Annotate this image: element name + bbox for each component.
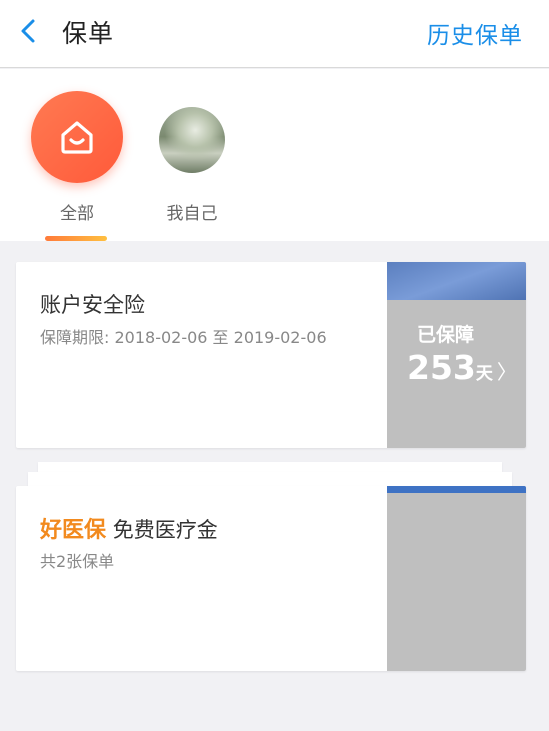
chevron-left-icon bbox=[21, 19, 35, 43]
policy-name: 账户安全险 bbox=[40, 293, 145, 317]
policy-period: 保障期限: 2018-02-06 至 2019-02-06 bbox=[40, 328, 327, 347]
home-icon bbox=[61, 121, 93, 154]
policy-count: 共2张保单 bbox=[40, 552, 115, 571]
history-policies-link[interactable]: 历史保单 bbox=[427, 16, 523, 50]
back-button[interactable] bbox=[14, 16, 44, 46]
insured-filter-bar: 全部 我自己 bbox=[0, 69, 549, 241]
selected-tab-indicator bbox=[45, 236, 107, 241]
filter-myself-label: 我自己 bbox=[166, 204, 218, 224]
guarded-days-unit: 天 bbox=[475, 364, 493, 384]
myself-avatar bbox=[159, 107, 225, 173]
all-avatar bbox=[31, 91, 123, 183]
chevron-right-icon: 〉 bbox=[496, 360, 517, 384]
guarded-days: 253天〉 bbox=[407, 348, 517, 387]
policy-card-haoyibao[interactable]: 好医保 免费医疗金 共2张保单 bbox=[16, 486, 526, 671]
policy-brand: 好医保 bbox=[40, 518, 107, 543]
policy-card-account-security[interactable]: 账户安全险 保障期限: 2018-02-06 至 2019-02-06 已保障 … bbox=[16, 262, 526, 448]
policy-title: 好医保 免费医疗金 bbox=[40, 512, 218, 544]
guarded-days-number: 253 bbox=[407, 348, 476, 387]
guarded-label: 已保障 bbox=[417, 324, 475, 346]
filter-all-label: 全部 bbox=[60, 204, 94, 224]
policy-banner-strip bbox=[387, 486, 526, 493]
policy-status-panel bbox=[387, 486, 526, 671]
filter-myself[interactable]: 我自己 bbox=[142, 69, 242, 241]
policy-status-panel: 已保障 253天〉 bbox=[387, 262, 526, 448]
page-title: 保单 bbox=[62, 19, 115, 48]
policy-name: 免费医疗金 bbox=[112, 518, 218, 542]
top-bar: 保单 历史保单 bbox=[0, 0, 549, 68]
filter-all[interactable]: 全部 bbox=[27, 69, 127, 241]
policy-banner-image bbox=[387, 262, 526, 300]
